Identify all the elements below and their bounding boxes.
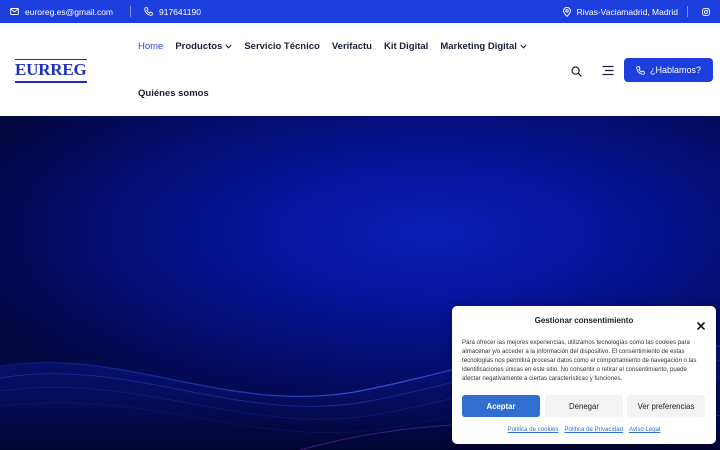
- cookie-consent-dialog: Gestionar consentimiento Para ofrecer la…: [452, 306, 716, 444]
- nav-servicio-tecnico[interactable]: Servicio Técnico: [244, 41, 320, 52]
- cookie-links: Política de cookies Política de Privacid…: [452, 426, 716, 433]
- top-location-text: Rivas-Vaciamadrid, Madrid: [576, 6, 678, 17]
- top-bar: euroreg.es@gmail.com 917641190 Rivas-Vac…: [0, 0, 720, 23]
- top-location: Rivas-Vaciamadrid, Madrid: [562, 0, 678, 23]
- top-divider: [130, 6, 131, 17]
- nav-productos-label: Productos: [175, 41, 223, 52]
- hablamos-button[interactable]: ¿Hablamos?: [624, 58, 713, 82]
- cookie-title: Gestionar consentimiento: [534, 316, 634, 325]
- map-pin-icon: [562, 6, 571, 17]
- nav-home[interactable]: Home: [138, 41, 163, 52]
- close-icon: [697, 322, 705, 330]
- nav-servicio-label: Servicio Técnico: [244, 41, 320, 52]
- instagram-link[interactable]: [702, 0, 710, 23]
- link-privacy-policy[interactable]: Política de Privacidad: [564, 426, 623, 433]
- nav-quienes-label: Quiénes somos: [138, 88, 209, 99]
- chevron-down-icon: [520, 44, 527, 49]
- link-cookie-policy[interactable]: Política de cookies: [508, 426, 559, 433]
- cookie-body-text: Para ofrecer las mejores experiencias, u…: [462, 339, 697, 382]
- logo-bottom-rule: [15, 81, 87, 83]
- cookie-preferences-button[interactable]: Ver preferencias: [627, 395, 705, 417]
- search-button[interactable]: [571, 64, 582, 82]
- top-email[interactable]: euroreg.es@gmail.com: [10, 0, 113, 23]
- link-legal-notice[interactable]: Aviso Legal: [629, 426, 660, 433]
- nav-kit-label: Kit Digital: [383, 41, 429, 52]
- site-header: EURREG Home Productos Servicio Técnico V…: [0, 23, 720, 116]
- nav-home-label: Home: [138, 41, 164, 52]
- logo-text: EURREG: [15, 59, 87, 79]
- nav-kit-digital[interactable]: Kit Digital: [384, 41, 428, 52]
- nav-marketing-label: Marketing Digital: [440, 41, 517, 52]
- top-phone[interactable]: 917641190: [144, 0, 201, 23]
- nav-verifactu[interactable]: Verifactu: [332, 41, 372, 52]
- search-icon: [571, 66, 582, 77]
- cookie-accept-button[interactable]: Aceptar: [462, 395, 540, 417]
- menu-button[interactable]: [602, 63, 614, 81]
- top-email-text: euroreg.es@gmail.com: [25, 6, 113, 17]
- phone-icon: [144, 7, 153, 16]
- site-logo[interactable]: EURREG: [15, 58, 87, 83]
- instagram-icon: [702, 7, 710, 16]
- phone-icon: [636, 65, 645, 75]
- cookie-deny-button[interactable]: Denegar: [545, 395, 623, 417]
- chevron-down-icon: [225, 44, 232, 49]
- top-divider-2: [687, 6, 688, 17]
- nav-marketing-digital[interactable]: Marketing Digital: [440, 41, 527, 52]
- hablamos-label: ¿Hablamos?: [649, 65, 702, 75]
- nav-verifactu-label: Verifactu: [331, 41, 372, 52]
- nav-productos[interactable]: Productos: [175, 41, 232, 52]
- top-phone-text: 917641190: [159, 6, 201, 17]
- logo-top-rule: [15, 58, 87, 60]
- envelope-icon: [10, 8, 19, 15]
- nav-quienes-somos[interactable]: Quiénes somos: [138, 88, 209, 99]
- hamburger-icon: [602, 65, 614, 76]
- cookie-close-button[interactable]: [697, 317, 705, 335]
